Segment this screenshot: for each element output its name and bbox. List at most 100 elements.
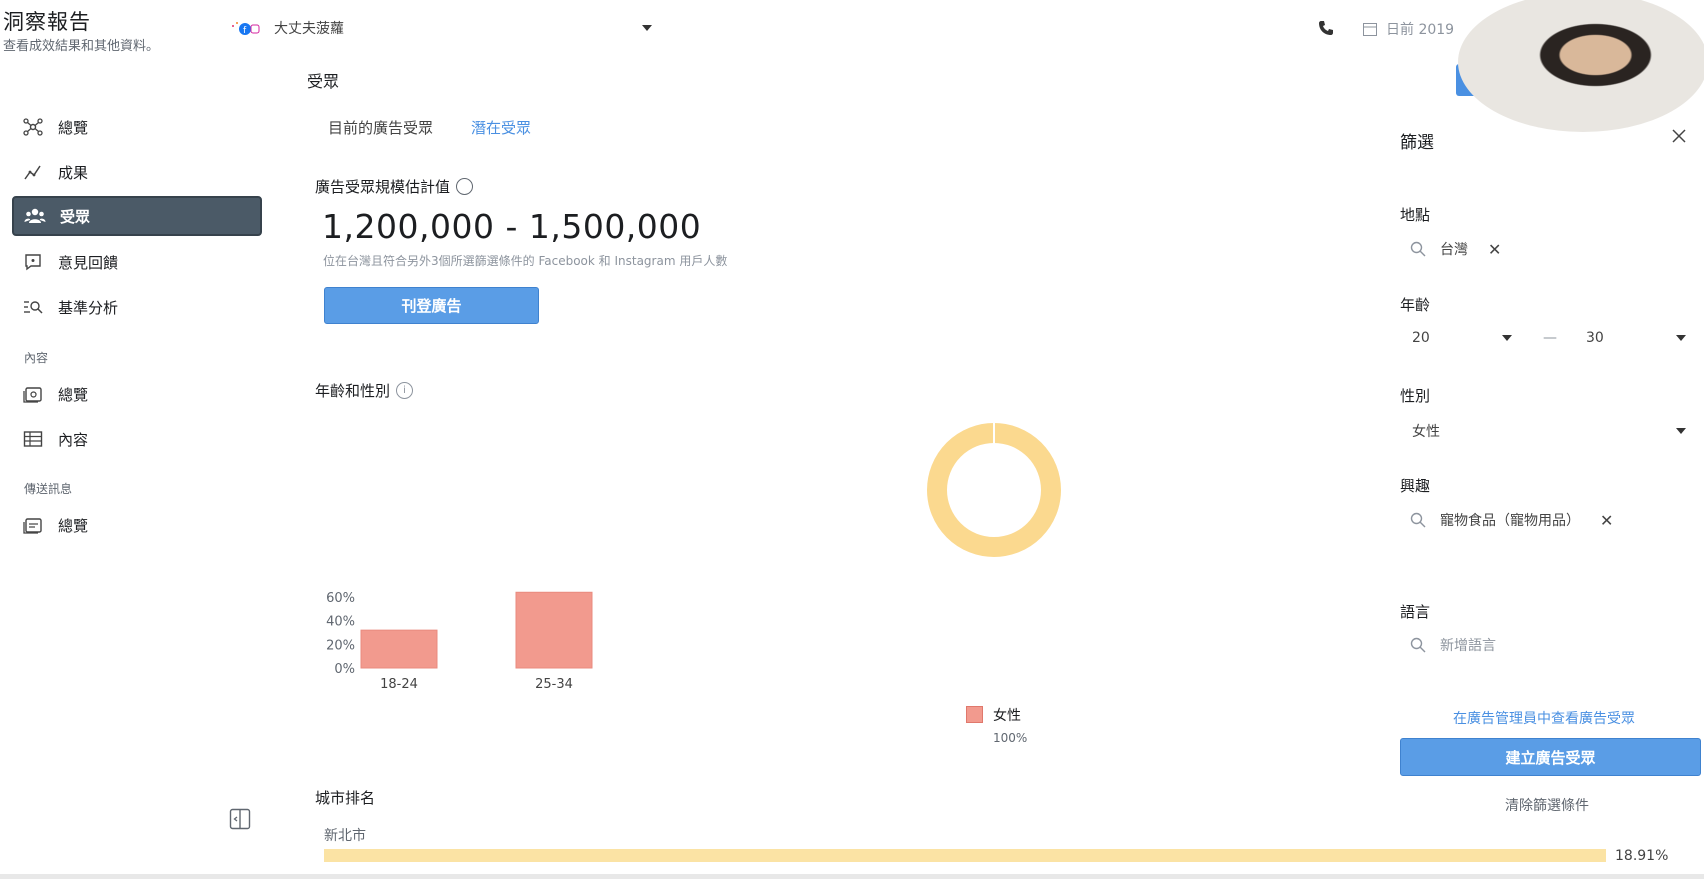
remove-interest-icon[interactable]: ✕ xyxy=(1600,511,1613,530)
audience-size-value: 1,200,000 - 1,500,000 xyxy=(322,207,702,246)
legend-swatch-female xyxy=(966,706,983,723)
audience-tabs: 目前的廣告受眾 潛在受眾 xyxy=(328,117,531,138)
webcam-overlay xyxy=(1458,0,1704,132)
sidebar-item-label: 總覽 xyxy=(58,385,89,404)
chevron-down-icon xyxy=(1502,335,1512,341)
audience-size-label-text: 廣告受眾規模估計值 xyxy=(315,178,451,196)
bottom-edge xyxy=(0,874,1704,879)
date-range-picker[interactable]: 日前 2019 xyxy=(1362,19,1454,39)
phone-icon[interactable] xyxy=(1318,20,1334,40)
chevron-down-icon xyxy=(1676,428,1686,434)
city-percentage: 18.91% xyxy=(1615,848,1669,864)
sidebar-item-label: 總覽 xyxy=(58,118,89,137)
info-icon[interactable]: i xyxy=(396,382,414,399)
sidebar-item-label: 基準分析 xyxy=(58,298,119,317)
sidebar-section-messaging: 傳送訊息 xyxy=(24,482,73,496)
tab-current-audience[interactable]: 目前的廣告受眾 xyxy=(328,117,433,138)
chart-legend: 女性 100% xyxy=(966,705,1027,745)
remove-location-icon[interactable]: ✕ xyxy=(1488,240,1501,259)
language-field[interactable]: 新增語言 xyxy=(1410,635,1496,655)
section-title: 受眾 xyxy=(307,72,340,91)
page-name: 大丈夫菠蘿 xyxy=(274,21,344,37)
table-icon xyxy=(22,428,44,450)
people-icon xyxy=(24,205,46,227)
filter-title: 篩選 xyxy=(1400,133,1434,153)
benchmark-icon xyxy=(22,296,44,318)
bar-25-34[interactable] xyxy=(515,591,593,669)
age-gender-label-text: 年齡和性別 xyxy=(315,382,391,400)
bar-18-24[interactable] xyxy=(360,629,438,669)
sidebar-item-content-overview[interactable]: 總覽 xyxy=(12,374,262,414)
y-tick-label: 60% xyxy=(326,591,355,606)
audience-size-label: 廣告受眾規模估計值 xyxy=(315,176,474,197)
age-from-select[interactable]: 20 xyxy=(1412,330,1512,346)
sidebar-item-label: 受眾 xyxy=(60,207,91,226)
interest-label: 興趣 xyxy=(1400,477,1431,495)
tab-potential-audience[interactable]: 潛在受眾 xyxy=(471,117,531,138)
sidebar-section-content: 內容 xyxy=(24,351,49,365)
chevron-down-icon xyxy=(642,25,652,31)
y-tick-label: 0% xyxy=(334,662,355,677)
location-field[interactable]: 台灣 ✕ xyxy=(1410,239,1501,259)
age-separator: — xyxy=(1543,330,1557,346)
sidebar-item-feedback[interactable]: 意見回饋 xyxy=(12,242,262,282)
age-to-select[interactable]: 30 xyxy=(1586,330,1686,346)
interest-value: 寵物食品（寵物用品） xyxy=(1440,513,1580,529)
trend-icon xyxy=(22,161,44,183)
city-ranking-label: 城市排名 xyxy=(315,789,376,807)
x-tick-label: 18-24 xyxy=(380,677,418,690)
location-value: 台灣 xyxy=(1440,242,1468,258)
sidebar-item-content[interactable]: 內容 xyxy=(12,419,262,459)
clear-filters-link[interactable]: 清除篩選條件 xyxy=(1505,795,1589,815)
search-icon xyxy=(1410,512,1426,528)
donut-slice-female xyxy=(927,423,1061,557)
sidebar-item-messaging-overview[interactable]: 總覽 xyxy=(12,505,262,545)
city-bar xyxy=(324,849,1606,862)
y-tick-label: 40% xyxy=(326,615,355,630)
search-icon xyxy=(1410,637,1426,653)
sidebar-item-label: 總覽 xyxy=(58,516,89,535)
gender-select[interactable]: 女性 xyxy=(1412,421,1686,441)
x-tick-label: 25-34 xyxy=(535,677,573,690)
create-audience-button[interactable]: 建立廣告受眾 xyxy=(1400,738,1701,776)
age-to-value: 30 xyxy=(1586,330,1604,346)
city-name: 新北市 xyxy=(324,828,366,844)
interest-field[interactable]: 寵物食品（寵物用品） ✕ xyxy=(1410,510,1613,530)
gender-label: 性別 xyxy=(1400,387,1431,405)
location-label: 地點 xyxy=(1400,206,1431,224)
audience-size-description: 位在台灣且符合另外3個所選篩選條件的 Facebook 和 Instagram … xyxy=(323,254,728,268)
y-tick-label: 20% xyxy=(326,638,355,653)
legend-percentage: 100% xyxy=(993,731,1028,745)
sidebar-item-results[interactable]: 成果 xyxy=(12,152,262,192)
sidebar-item-label: 成果 xyxy=(58,163,89,182)
network-icon xyxy=(22,116,44,138)
calendar-icon xyxy=(1363,23,1377,36)
date-range-text: 日前 2019 xyxy=(1386,22,1455,38)
sidebar-item-label: 意見回饋 xyxy=(58,253,119,272)
close-icon[interactable] xyxy=(1671,128,1687,148)
language-label: 語言 xyxy=(1400,603,1431,621)
age-label: 年齡 xyxy=(1400,296,1431,314)
page-selector[interactable]: f 大丈夫菠蘿 xyxy=(230,18,652,38)
media-icon xyxy=(22,383,44,405)
language-placeholder: 新增語言 xyxy=(1440,638,1496,654)
sidebar-item-label: 內容 xyxy=(58,430,89,449)
ads-manager-link[interactable]: 在廣告管理員中查看廣告受眾 xyxy=(1453,708,1635,728)
sidebar: 總覽 成果 受眾 意見回饋 基準分析 內容 總覽 內容 傳送訊息 總覽 xyxy=(0,0,270,879)
age-bar-chart: 60% 40% 20% 0% 18-24 25-34 xyxy=(326,591,593,690)
sidebar-item-benchmark[interactable]: 基準分析 xyxy=(12,287,262,327)
gender-donut-chart xyxy=(927,422,1061,557)
age-gender-label: 年齡和性別 i xyxy=(315,380,414,401)
info-icon[interactable] xyxy=(456,178,474,195)
legend-label: 女性 xyxy=(993,708,1021,724)
feedback-icon xyxy=(22,251,44,273)
sidebar-item-overview[interactable]: 總覽 xyxy=(12,107,262,147)
collapse-sidebar-icon[interactable] xyxy=(229,808,251,834)
promote-button[interactable]: 刊登廣告 xyxy=(324,287,539,324)
media-icon xyxy=(22,514,44,536)
gender-value: 女性 xyxy=(1412,424,1440,440)
search-icon xyxy=(1410,241,1426,257)
sidebar-item-audience[interactable]: 受眾 xyxy=(12,196,262,236)
chevron-down-icon xyxy=(1676,335,1686,341)
age-from-value: 20 xyxy=(1412,330,1430,346)
